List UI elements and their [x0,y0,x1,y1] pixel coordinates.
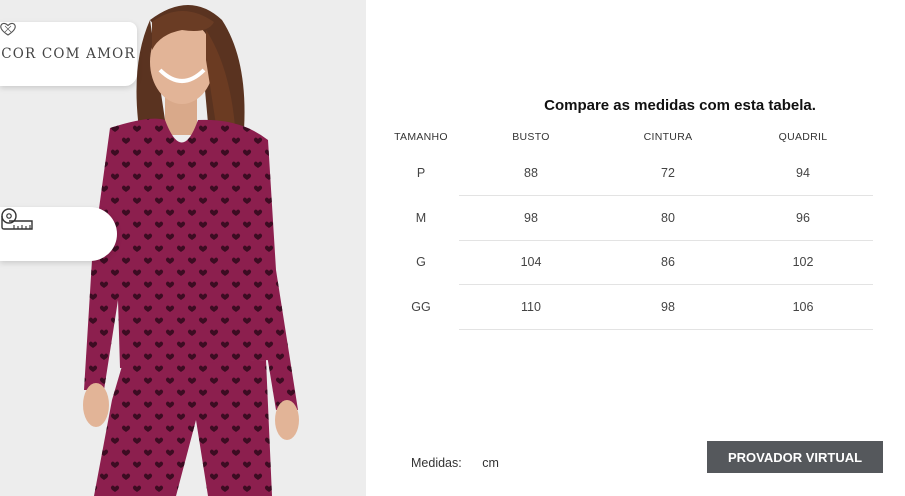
header-busto: BUSTO [512,131,550,143]
units-line: Medidas: cm [411,456,499,470]
virtual-fitting-button[interactable]: PROVADOR VIRTUAL [707,441,883,473]
bust-cell: 104 [459,240,603,285]
header-cintura: CINTURA [643,131,693,143]
brand-logo-tag: COR COM AMOR [0,22,137,86]
hip-cell: 94 [733,151,873,196]
hip-cell: 106 [733,284,873,330]
waist-cell: 86 [603,240,733,285]
table-row: G 104 86 102 [383,240,873,285]
waist-cell: 72 [603,151,733,196]
table-row: M 98 80 96 [383,195,873,241]
hip-cell: 96 [733,195,873,241]
size-chart-table: TAMANHO BUSTO CINTURA QUADRIL P 88 72 94… [383,123,873,330]
waist-cell: 80 [603,195,733,241]
units-value: cm [482,456,499,470]
product-photo: COR COM AMOR [0,0,366,496]
header-tamanho: TAMANHO [394,131,448,143]
table-row: GG 110 98 106 [383,284,873,330]
bust-cell: 98 [459,195,603,241]
header-quadril: QUADRIL [778,131,828,143]
size-chart-header-row: TAMANHO BUSTO CINTURA QUADRIL [383,123,873,151]
size-cell: GG [411,299,431,314]
table-row: P 88 72 94 [383,151,873,196]
size-cell: G [416,255,426,270]
heart-logo-icon [0,22,16,36]
measuring-tape-button[interactable] [0,207,117,261]
size-chart-title: Compare as medidas com esta tabela. [544,97,816,114]
units-label: Medidas: [411,456,462,470]
bust-cell: 88 [459,151,603,196]
measuring-tape-icon [1,208,33,230]
size-cell: P [416,166,426,181]
hip-cell: 102 [733,240,873,285]
bust-cell: 110 [459,284,603,330]
size-cell: M [415,210,427,225]
waist-cell: 98 [603,284,733,330]
brand-name: COR COM AMOR [1,46,136,62]
